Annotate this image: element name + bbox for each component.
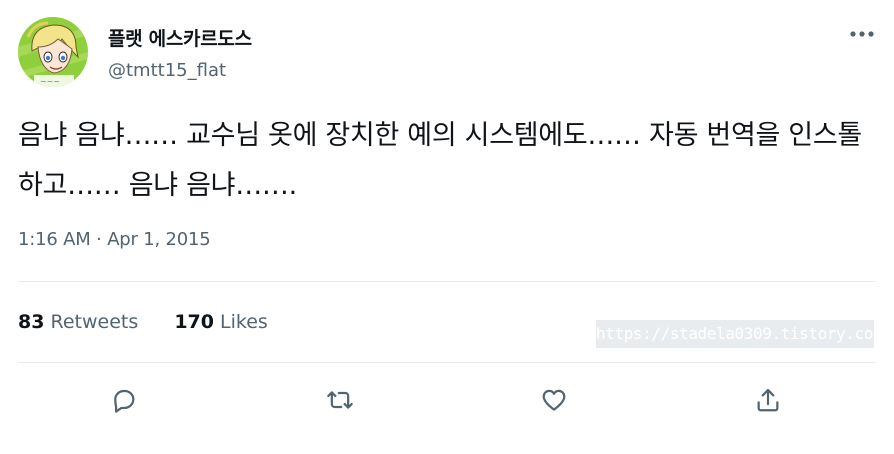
- share-button[interactable]: [748, 380, 788, 420]
- share-icon: [757, 388, 779, 412]
- author-handle[interactable]: @tmtt15_flat: [108, 60, 226, 81]
- reply-button[interactable]: [104, 380, 144, 420]
- retweets-label: Retweets: [50, 311, 139, 333]
- likes-stat[interactable]: 170 Likes: [174, 311, 268, 333]
- author-display-name[interactable]: 플랫 에스카르도스: [108, 24, 252, 51]
- avatar[interactable]: ~~~: [18, 17, 88, 87]
- avatar-image: ~~~: [18, 17, 88, 87]
- retweets-count: 83: [18, 311, 45, 333]
- divider-top: [18, 281, 876, 282]
- likes-count: 170: [174, 311, 214, 333]
- heart-icon: [542, 389, 566, 411]
- likes-label: Likes: [220, 311, 268, 333]
- like-button[interactable]: [534, 380, 574, 420]
- more-dots-icon: [850, 31, 874, 37]
- svg-text:~~~: ~~~: [40, 77, 60, 86]
- reply-icon: [114, 389, 135, 413]
- retweet-icon: [327, 391, 353, 409]
- tweet-text: 음냐 음냐…… 교수님 옷에 장치한 예의 시스템에도…… 자동 번역을 인스톨…: [18, 120, 862, 201]
- divider-bottom: [18, 362, 876, 363]
- tweet-timestamp: 1:16 AM · Apr 1, 2015: [18, 229, 211, 250]
- timestamp-separator: ·: [96, 229, 102, 250]
- watermark: https://stadela0309.tistory.com: [596, 320, 883, 348]
- tweet-date[interactable]: Apr 1, 2015: [107, 229, 211, 250]
- retweets-stat[interactable]: 83 Retweets: [18, 311, 138, 333]
- more-options-button[interactable]: [842, 20, 882, 48]
- tweet-time[interactable]: 1:16 AM: [18, 229, 91, 250]
- tweet-stats: 83 Retweets 170 Likes: [18, 311, 268, 333]
- retweet-button[interactable]: [320, 380, 360, 420]
